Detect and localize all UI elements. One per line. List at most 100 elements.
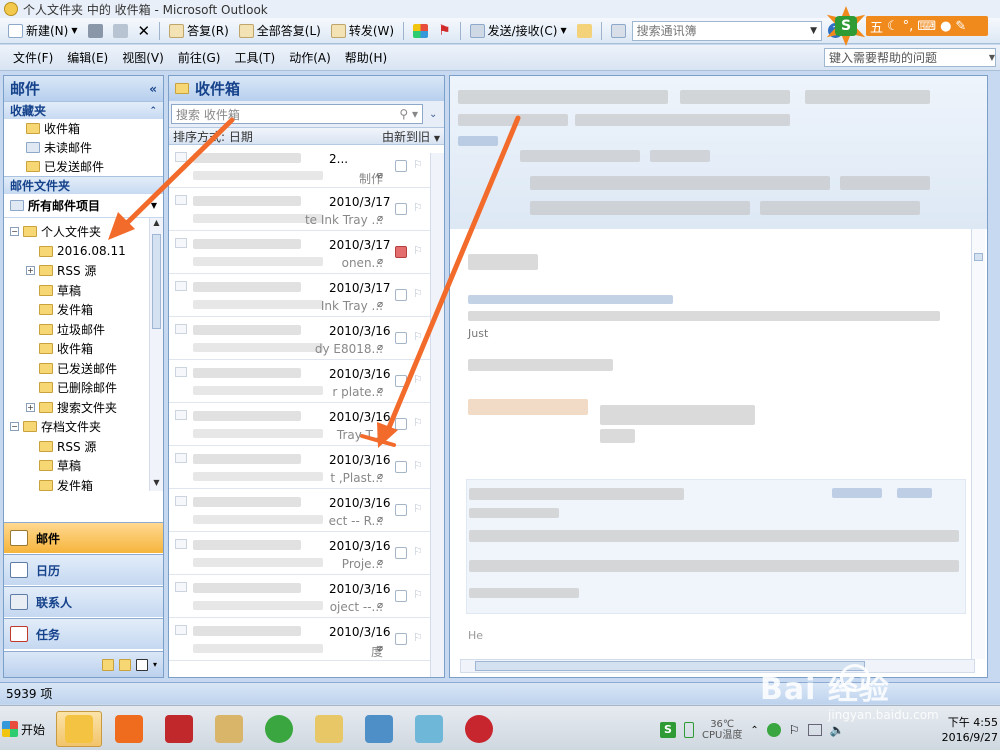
nav-button-contacts[interactable]: 联系人 — [4, 586, 163, 617]
reply-button[interactable]: 答复(R) — [165, 20, 233, 42]
nav-button-calendar[interactable]: 日历 — [4, 554, 163, 585]
menu-go[interactable]: 前往(G) — [171, 49, 228, 66]
mail-folders-header[interactable]: 邮件文件夹 — [4, 176, 163, 194]
nav-button-tasks[interactable]: 任务 — [4, 618, 163, 649]
network-status-icon[interactable] — [766, 723, 781, 737]
folder-tree-item[interactable]: 已发送邮件 — [4, 359, 163, 379]
chevron-down-icon[interactable]: ▼ — [560, 26, 566, 35]
message-row[interactable]: 2010/3/16 ect -- R... ⌀ ⚐ — [169, 489, 444, 532]
chevron-down-icon[interactable]: ▼ — [989, 53, 995, 62]
folder-tree-scrollbar[interactable]: ▲ ▼ — [149, 218, 163, 491]
follow-up-flag-icon[interactable]: ⚐ — [413, 631, 423, 644]
ime-mode[interactable]: 五 — [870, 17, 883, 36]
folder-list-icon[interactable] — [118, 658, 131, 671]
wrench-icon[interactable]: ✎ — [955, 19, 966, 34]
scroll-up-icon[interactable]: ▲ — [150, 218, 163, 231]
taskbar-xiu[interactable] — [456, 711, 502, 747]
message-row[interactable]: 2010/3/16 dy E8018... ⌀ ⚐ — [169, 317, 444, 360]
scroll-thumb[interactable] — [152, 234, 161, 329]
follow-up-flag-icon[interactable]: ⚐ — [413, 287, 423, 300]
address-book-button[interactable] — [607, 20, 630, 42]
folder-tree-item[interactable]: 发件箱 — [4, 476, 163, 491]
help-question-input[interactable]: 键入需要帮助的问题 ▼ — [824, 48, 996, 67]
follow-up-flag-icon[interactable]: ⚐ — [413, 502, 423, 515]
category-checkbox[interactable] — [395, 590, 407, 602]
favorite-inbox[interactable]: 收件箱 — [4, 119, 163, 138]
folder-tree-item[interactable]: + RSS 源 — [4, 261, 163, 281]
follow-up-flag-icon[interactable]: ⚐ — [413, 588, 423, 601]
shortcuts-icon[interactable] — [135, 658, 148, 671]
follow-up-flag-icon[interactable]: ⚐ — [413, 330, 423, 343]
folder-tree-item[interactable]: 2016.08.11 — [4, 242, 163, 262]
sort-order[interactable]: 由新到旧 ▼ — [382, 128, 440, 145]
collapse-pane-icon[interactable]: « — [149, 82, 157, 96]
configure-buttons-icon[interactable]: ▾ — [153, 660, 157, 669]
folder-tree-item[interactable]: 已删除邮件 — [4, 378, 163, 398]
taskbar-acrobat[interactable] — [156, 711, 202, 747]
categorize-button[interactable] — [409, 20, 432, 42]
menu-view[interactable]: 视图(V) — [115, 49, 171, 66]
message-list-scrollbar[interactable] — [430, 153, 444, 677]
message-row[interactable]: 2010/3/17 onen... ⌀ ⚐ — [169, 231, 444, 274]
follow-up-flag-icon[interactable]: ⚐ — [413, 158, 423, 171]
search-address-book-input[interactable]: 搜索通讯簿 ▼ — [631, 20, 822, 41]
forward-button[interactable]: 转发(W) — [327, 20, 398, 42]
message-row[interactable]: 2010/3/16 Proje... ⌀ ⚐ — [169, 532, 444, 575]
category-checkbox[interactable] — [395, 246, 407, 258]
chevron-up-icon[interactable]: ⌃ — [750, 725, 758, 736]
ime-tray-icon[interactable]: S — [660, 722, 676, 738]
action-center-flag-icon[interactable]: ⚐ — [789, 723, 800, 737]
taskbar-notes[interactable] — [406, 711, 452, 747]
menu-actions[interactable]: 动作(A) — [282, 49, 338, 66]
favorites-header[interactable]: 收藏夹 ⌃ — [4, 101, 163, 119]
favorite-unread[interactable]: 未读邮件 — [4, 138, 163, 157]
scroll-thumb[interactable] — [475, 661, 865, 671]
start-button[interactable]: 开始 — [2, 714, 52, 744]
move-button[interactable] — [109, 20, 132, 42]
volume-icon[interactable]: 🔈 — [830, 723, 845, 737]
expand-collapse-icon[interactable]: + — [26, 266, 35, 276]
folder-tree-item[interactable]: 草稿 — [4, 456, 163, 476]
chevron-down-icon[interactable]: ▼ — [151, 201, 157, 210]
cpu-temperature[interactable]: 36℃ CPU温度 — [702, 719, 742, 741]
expand-query-icon[interactable]: ⌄ — [429, 109, 437, 120]
ime-toolbar[interactable]: 五 ☾ °, ⌨ ● ✎ — [866, 16, 988, 36]
new-button[interactable]: 新建(N) ▼ — [4, 20, 82, 42]
message-row[interactable]: 2010/3/16 Tray T... ⌀ ⚐ — [169, 403, 444, 446]
folder-tree-item[interactable]: − 存档文件夹 — [4, 417, 163, 437]
folder-tree-item[interactable]: 收件箱 — [4, 339, 163, 359]
folder-tree-item[interactable]: − 个人文件夹 — [4, 222, 163, 242]
sort-by-label[interactable]: 排序方式: 日期 — [173, 128, 253, 145]
scroll-down-icon[interactable]: ▼ — [150, 478, 163, 491]
display-icon[interactable] — [807, 724, 822, 736]
menu-file[interactable]: 文件(F) — [6, 49, 60, 66]
message-row[interactable]: 2010/3/16 t ,Plast... ⌀ ⚐ — [169, 446, 444, 489]
follow-up-flag-icon[interactable]: ⚐ — [413, 373, 423, 386]
keyboard-icon[interactable]: ⌨ — [917, 19, 936, 34]
reading-pane-hscrollbar[interactable] — [460, 659, 975, 673]
expand-collapse-icon[interactable]: − — [10, 422, 19, 432]
message-row[interactable]: 2010/3/16 oject --... ⌀ ⚐ — [169, 575, 444, 618]
flag-button[interactable]: ⚑ — [434, 20, 455, 42]
chevron-down-icon[interactable]: ▼ — [807, 26, 821, 36]
nav-button-mail[interactable]: 邮件 — [4, 522, 163, 553]
taskbar-browser[interactable] — [256, 711, 302, 747]
follow-up-flag-icon[interactable]: ⚐ — [413, 545, 423, 558]
menu-edit[interactable]: 编辑(E) — [60, 49, 115, 66]
delete-button[interactable]: ✕ — [134, 20, 155, 42]
category-checkbox[interactable] — [395, 418, 407, 430]
category-checkbox[interactable] — [395, 160, 407, 172]
chevron-down-icon[interactable]: ▼ — [71, 26, 77, 35]
favorite-sent[interactable]: 已发送邮件 — [4, 157, 163, 176]
search-icon[interactable]: ⚲ ▾ — [399, 107, 418, 121]
category-checkbox[interactable] — [395, 504, 407, 516]
message-row[interactable]: 2010/3/17 Ink Tray ... ⌀ ⚐ — [169, 274, 444, 317]
sort-bar[interactable]: 排序方式: 日期 由新到旧 ▼ — [169, 127, 444, 145]
message-row[interactable]: 2010/3/16 r plate... ⌀ ⚐ — [169, 360, 444, 403]
print-button[interactable] — [84, 20, 107, 42]
folder-tree-item[interactable]: RSS 源 — [4, 437, 163, 457]
reading-pane-vscrollbar[interactable] — [971, 229, 985, 659]
reply-all-button[interactable]: 全部答复(L) — [235, 20, 325, 42]
folder-tree-item[interactable]: 垃圾邮件 — [4, 320, 163, 340]
message-row[interactable]: 2010/3/16 度 ⌀ ⚐ — [169, 618, 444, 661]
